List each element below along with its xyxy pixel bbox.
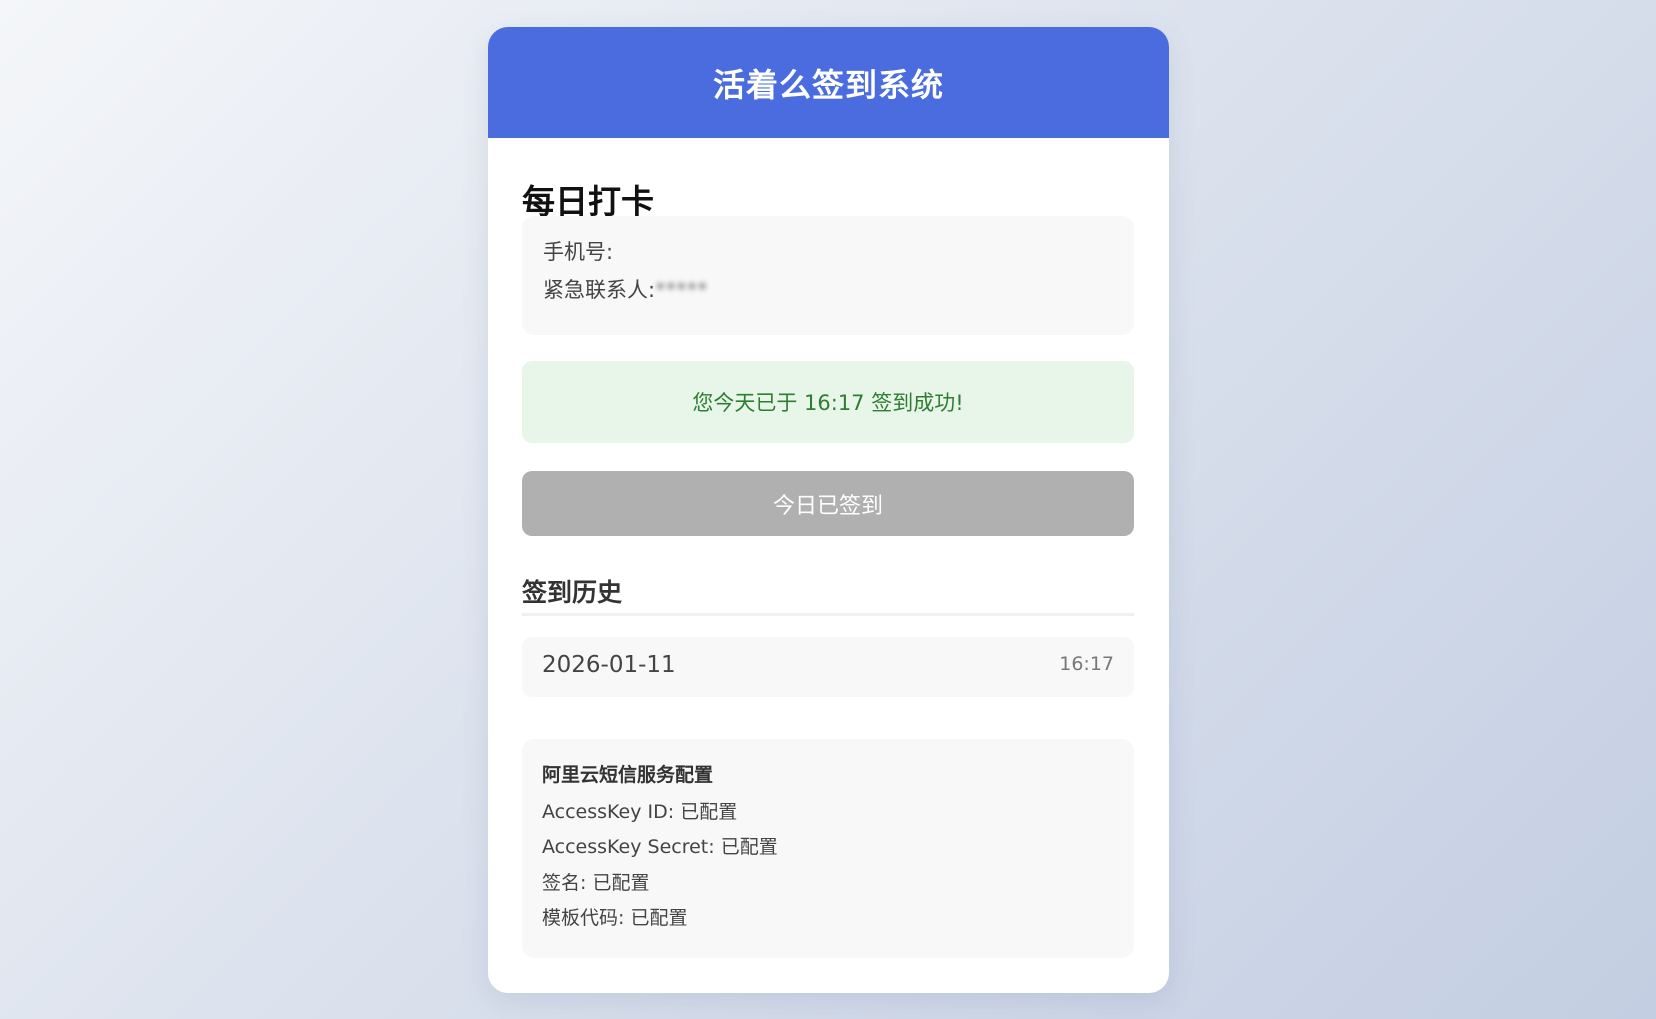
user-info-box: 手机号: 紧急联系人:***** xyxy=(522,216,1134,335)
config-accesskey-id: AccessKey ID: 已配置 xyxy=(542,801,738,823)
emergency-contact-row: 紧急联系人:***** xyxy=(543,274,708,304)
app-header: 活着么签到系统 xyxy=(488,27,1169,138)
sms-config-box: 阿里云短信服务配置 AccessKey ID: 已配置 AccessKey Se… xyxy=(522,739,1134,958)
config-template-code: 模板代码: 已配置 xyxy=(542,907,688,929)
checkin-success-alert: 您今天已于 16:17 签到成功! xyxy=(522,361,1134,443)
checkin-button[interactable]: 今日已签到 xyxy=(522,471,1134,536)
checkin-card: 活着么签到系统 每日打卡 手机号: 紧急联系人:***** 您今天已于 16:1… xyxy=(488,27,1169,993)
history-item: 2026-01-11 16:17 xyxy=(522,637,1134,697)
history-date: 2026-01-11 xyxy=(542,652,676,678)
phone-label: 手机号: xyxy=(543,240,614,264)
sms-config-title: 阿里云短信服务配置 xyxy=(542,764,714,786)
phone-row: 手机号: xyxy=(543,236,613,266)
emergency-contact-label: 紧急联系人: xyxy=(543,278,656,302)
history-title: 签到历史 xyxy=(522,578,623,607)
config-accesskey-secret: AccessKey Secret: 已配置 xyxy=(542,836,778,858)
history-divider xyxy=(522,613,1134,616)
config-signature: 签名: 已配置 xyxy=(542,872,650,894)
emergency-contact-value-redacted: ***** xyxy=(655,278,708,302)
history-time: 16:17 xyxy=(1059,653,1114,675)
app-title: 活着么签到系统 xyxy=(712,65,944,104)
